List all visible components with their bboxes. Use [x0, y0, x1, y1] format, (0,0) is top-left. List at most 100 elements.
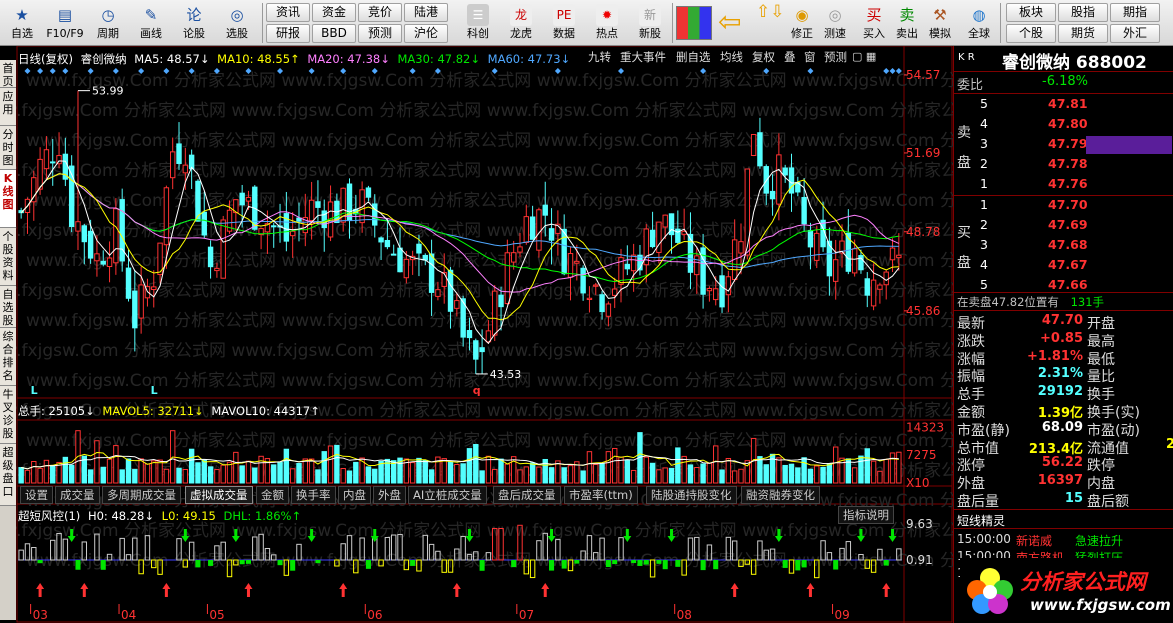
left-tab-8[interactable]: 超级盘口 [0, 444, 16, 506]
back-arrow-icon[interactable]: ⇦ [718, 6, 741, 38]
toolbar-text-button[interactable]: 板块 [1006, 3, 1056, 22]
toolbar-text-button[interactable]: 个股 [1006, 24, 1056, 43]
watermark-text: www.fxjgsw.Com 分析家公式网 www.fxjgsw.Com 分析家… [26, 311, 953, 331]
toolbar-text-button[interactable]: 资金 [312, 3, 356, 22]
short-term-title[interactable]: 短线精灵 [957, 512, 1005, 529]
candle-body [605, 303, 612, 317]
short-term-row[interactable]: 15:00:00 新诺威 急速拉升 [954, 532, 1173, 549]
candle-body [479, 347, 485, 353]
toolbar-text-button[interactable]: 沪伦 [404, 24, 448, 43]
color-grid-icon[interactable] [676, 6, 712, 40]
volume-tab-11[interactable]: 陆股通持股变化 [646, 486, 737, 504]
toolbar-speed-button[interactable]: ◎ 测速 [819, 2, 851, 44]
toolbar-text-button[interactable]: 陆港 [404, 3, 448, 22]
left-tab-3[interactable]: K线图 [0, 170, 16, 228]
toolbar-chat-button[interactable]: 论论股 [174, 2, 214, 44]
chart-top-button-2[interactable]: 删自选 [674, 50, 713, 66]
volume-tab-12[interactable]: 融资融券变化 [741, 486, 820, 504]
volume-tab-5[interactable]: 换手率 [291, 486, 336, 504]
toolbar-hammer-button[interactable]: ⚒ 模拟 [924, 2, 956, 44]
toolbar-globe-button[interactable]: ◍ 全球 [963, 2, 995, 44]
toolbar-kechuang-button[interactable]: ☰ 科创 [458, 2, 498, 44]
left-tab-6[interactable]: 综合排名 [0, 328, 16, 386]
volume-bar [195, 462, 201, 484]
volume-bar [681, 455, 687, 484]
toolbar-star-button[interactable]: ★ 自选 [2, 2, 42, 44]
volume-tab-3[interactable]: 虚拟成交量 [185, 486, 253, 504]
bid-row[interactable]: 2 47.69 [954, 217, 1173, 237]
toolbar-label: 论股 [183, 27, 205, 40]
indicator-bar [18, 549, 24, 561]
toolbar-hot-button[interactable]: ✹ 热点 [587, 2, 627, 44]
ask-row[interactable]: 5 47.81 [954, 96, 1173, 116]
volume-tab-4[interactable]: 金额 [256, 486, 289, 504]
left-tab-0[interactable]: 首页 [0, 60, 16, 88]
toolbar-f10-button[interactable]: ▤ F10/F9 [45, 2, 85, 44]
ask-row[interactable]: 2 47.78 [954, 156, 1173, 176]
volume-bar [460, 463, 466, 484]
candle-body [649, 229, 656, 248]
mavol5-label: MAVOL5: 32711↓ [102, 404, 204, 418]
volume-bar [220, 464, 226, 484]
toolbar-correct-button[interactable]: ◉ 修正 [786, 2, 818, 44]
window-toggle-icon[interactable]: ▢ ▦ [852, 50, 876, 63]
candle-body [656, 221, 662, 253]
indicator-bar [801, 560, 807, 568]
toolbar-label: 测速 [824, 27, 846, 40]
toolbar-newstock-button[interactable]: 新新股 [630, 2, 670, 44]
chart-top-button-4[interactable]: 复权 [750, 50, 777, 66]
volume-tab-1[interactable]: 成交量 [55, 486, 100, 504]
chart-top-button-3[interactable]: 均线 [718, 50, 745, 66]
candle-body [106, 257, 113, 268]
toolbar-clock-button[interactable]: ◷ 周期 [88, 2, 128, 44]
left-tab-2[interactable]: 分时图 [0, 126, 16, 170]
left-tab-7[interactable]: 牛叉诊股 [0, 386, 16, 444]
chart-top-button-5[interactable]: 叠 [782, 50, 798, 66]
kline-chart-svg[interactable]: www.fxjgsw.Com 分析家公式网 www.fxjgsw.Com 分析家… [16, 46, 953, 623]
candle-body [214, 267, 220, 272]
toolbar-data-button[interactable]: PE 数据 [544, 2, 584, 44]
toolbar-text-button[interactable]: 预测 [358, 24, 402, 43]
bid-row[interactable]: 3 47.68 [954, 237, 1173, 257]
candle-body [100, 260, 106, 265]
indicator-help-button[interactable]: 指标说明 [838, 506, 894, 524]
chart-top-button-0[interactable]: 九转 [586, 50, 613, 66]
toolbar-buy-button[interactable]: 买买入 [858, 2, 890, 44]
left-tab-4[interactable]: 个股资料 [0, 228, 16, 286]
chart-top-button-6[interactable]: 窗 [802, 50, 818, 66]
volume-tab-8[interactable]: AI立桩成交量 [408, 486, 487, 504]
toolbar-text-button[interactable]: 研报 [266, 24, 310, 43]
volume-tab-2[interactable]: 多周期成交量 [102, 486, 181, 504]
bid-row[interactable]: 4 47.67 [954, 257, 1173, 277]
toolbar-dragon-button[interactable]: 龙龙虎 [501, 2, 541, 44]
toolbar-text-button[interactable]: 资讯 [266, 3, 310, 22]
volume-tab-6[interactable]: 内盘 [338, 486, 371, 504]
chart-top-button-7[interactable]: 预测 [822, 50, 849, 66]
toolbar-text-button[interactable]: 竞价 [358, 3, 402, 22]
kline-chart-area[interactable]: www.fxjgsw.Com 分析家公式网 www.fxjgsw.Com 分析家… [16, 46, 953, 623]
left-tab-1[interactable]: 应用 [0, 88, 16, 126]
toolbar-text-button[interactable]: 期货 [1058, 24, 1108, 43]
price-axis-label: 51.69 [906, 146, 940, 160]
volume-bar [694, 467, 700, 484]
toolbar-text-button[interactable]: 期指 [1110, 3, 1160, 22]
chart-top-button-1[interactable]: 重大事件 [618, 50, 668, 66]
left-tab-5[interactable]: 自选股 [0, 286, 16, 328]
toolbar-text-button[interactable]: BBD [312, 24, 356, 43]
toolbar-sell-button[interactable]: 卖卖出 [891, 2, 923, 44]
volume-tab-9[interactable]: 盘后成交量 [493, 486, 561, 504]
volume-tab-0[interactable]: 设置 [20, 486, 53, 504]
volume-tab-10[interactable]: 市盈率(ttm) [564, 486, 638, 504]
order-status: 在卖盘47.82位置有 131手 [957, 295, 1105, 309]
ask-row[interactable]: 4 47.80 [954, 116, 1173, 136]
toolbar-text-button[interactable]: 股指 [1058, 3, 1108, 22]
volume-tab-7[interactable]: 外盘 [373, 486, 406, 504]
up-down-arrows-icon[interactable]: ⇧⇩ [756, 2, 785, 22]
mavol10-label: MAVOL10: 44317↑ [211, 404, 320, 418]
ask-row[interactable]: 1 47.76 [954, 176, 1173, 196]
bid-row[interactable]: 1 47.70 [954, 197, 1173, 217]
toolbar-text-button[interactable]: 外汇 [1110, 24, 1160, 43]
indicator-bar [637, 560, 643, 566]
toolbar-pencil-button[interactable]: ✎ 画线 [131, 2, 171, 44]
toolbar-select-button[interactable]: ◎ 选股 [217, 2, 257, 44]
